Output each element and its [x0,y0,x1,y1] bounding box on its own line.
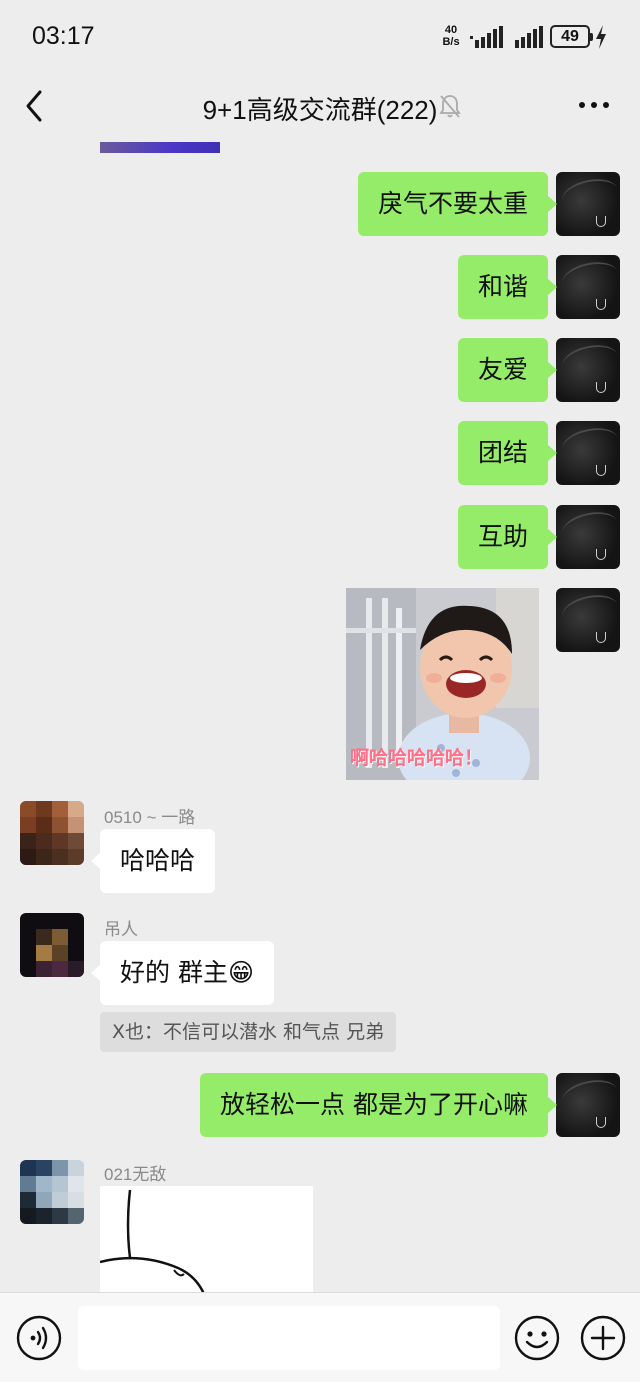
avatar-image [20,913,84,977]
avatar-image [20,1160,84,1224]
avatar-self[interactable] [556,172,620,236]
signal-icon [470,26,503,48]
message-bubble-self[interactable]: 团结 [457,421,558,485]
network-speed-unit: B/s [442,36,460,48]
battery-icon: 49 [550,25,593,48]
message-input[interactable] [78,1306,500,1370]
voice-icon[interactable] [16,1315,62,1361]
image-content [100,1189,206,1294]
add-icon[interactable] [580,1315,626,1361]
avatar-self[interactable] [556,1073,620,1137]
message-bubble-self[interactable]: 和谐 [457,255,558,319]
avatar-self[interactable] [556,505,620,569]
sender-name: 0510 ~ 一路 [104,808,196,827]
more-icon[interactable] [574,90,614,120]
avatar-other[interactable] [20,1160,84,1224]
emoji-icon[interactable] [514,1315,560,1361]
avatar-self[interactable] [556,338,620,402]
charge-icon [596,25,606,49]
message-bubble-self[interactable]: 戾气不要太重 [357,172,558,236]
avatar-self[interactable] [556,421,620,485]
previous-message-image [100,142,220,153]
image-message[interactable] [100,1186,313,1294]
signal-icon-2 [515,26,543,48]
input-bar [0,1292,640,1382]
mute-icon [439,95,461,118]
sender-name: 021无敌 [104,1165,167,1184]
avatar-other[interactable] [20,913,84,977]
message-bubble-other[interactable]: 哈哈哈 [90,829,216,893]
network-speed: 40 B/s [438,24,464,48]
chat-header: 9+1高级交流群(222) [0,76,640,136]
message-bubble-self[interactable]: 放轻松一点 都是为了开心嘛 [200,1073,557,1137]
status-bar: 03:17 40 B/s 49 [0,0,640,76]
avatar-self[interactable] [556,588,620,652]
message-bubble-self[interactable]: 友爱 [457,338,558,402]
sticker-laughing-child[interactable]: 啊哈哈哈哈哈！ [346,588,539,780]
message-bubble-self[interactable]: 互助 [457,505,558,569]
message-bubble-other[interactable]: 好的 群主😁 [90,941,275,1005]
avatar-other[interactable] [20,801,84,865]
avatar-image [20,801,84,865]
quoted-message[interactable]: X也：不信可以潜水 和气点 兄弟 [100,1012,397,1052]
sender-name: 吊人 [104,920,138,939]
status-time: 03:17 [32,22,95,50]
network-speed-value: 40 [444,24,458,36]
avatar-self[interactable] [556,255,620,319]
chat-title: 9+1高级交流群(222) [202,95,438,125]
sticker-caption: 啊哈哈哈哈哈！ [350,747,484,769]
